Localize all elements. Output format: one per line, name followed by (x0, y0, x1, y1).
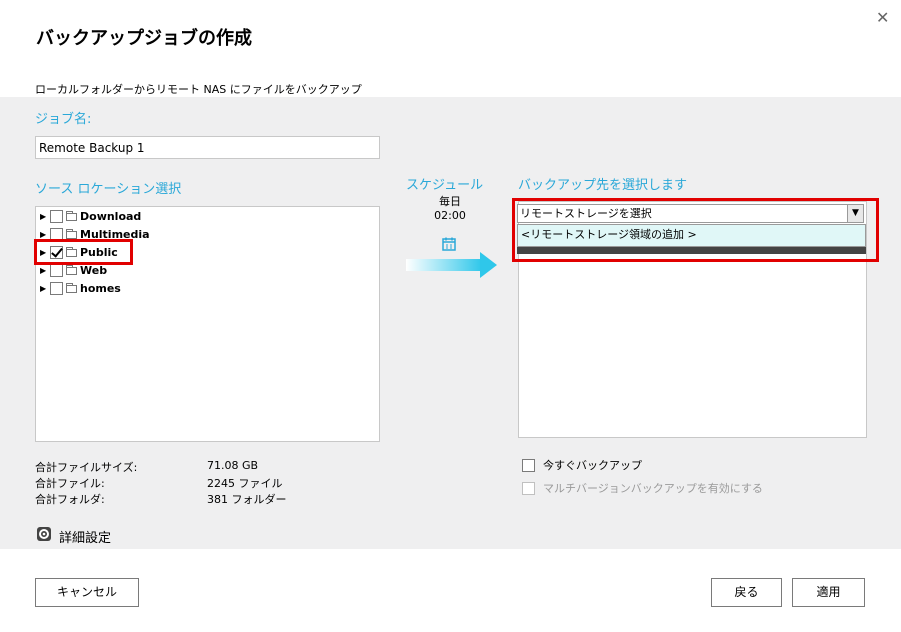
backup-now-label: 今すぐバックアップ (543, 459, 642, 472)
folder-icon (66, 265, 77, 275)
total-folders-label: 合計フォルダ: (35, 493, 105, 506)
tree-item-homes[interactable]: ▶ homes (40, 280, 121, 296)
total-size-label: 合計ファイルサイズ: (35, 461, 138, 474)
expand-arrow-icon[interactable]: ▶ (40, 266, 47, 275)
multi-version-option: マルチバージョンバックアップを有効にする (522, 480, 763, 496)
schedule-label[interactable]: スケジュール (406, 174, 483, 193)
schedule-time: 02:00 (434, 209, 466, 222)
expand-arrow-icon[interactable]: ▶ (40, 230, 47, 239)
direction-arrow-head (480, 252, 497, 278)
apply-button[interactable]: 適用 (792, 578, 865, 607)
backup-now-option[interactable]: 今すぐバックアップ (522, 457, 642, 473)
total-folders-value: 381 フォルダー (207, 493, 287, 506)
multi-version-label: マルチバージョンバックアップを有効にする (543, 482, 763, 495)
total-files-label: 合計ファイル: (35, 477, 105, 490)
advanced-settings-link[interactable]: 詳細設定 (59, 527, 111, 546)
job-name-label: ジョブ名: (35, 112, 92, 127)
dialog-description: ローカルフォルダーからリモート NAS にファイルをバックアップ (35, 83, 362, 96)
folder-icon (66, 283, 77, 293)
folder-checkbox[interactable] (50, 209, 63, 223)
backup-now-checkbox[interactable] (522, 458, 535, 472)
dialog-title: バックアップジョブの作成 (36, 28, 252, 49)
highlight-public (34, 239, 133, 265)
folder-icon (66, 211, 77, 221)
expand-arrow-icon[interactable]: ▶ (40, 212, 47, 221)
folder-checkbox[interactable] (50, 281, 63, 295)
source-location-label: ソース ロケーション選択 (35, 182, 182, 197)
folder-name: homes (80, 281, 121, 295)
job-name-input[interactable] (35, 136, 380, 159)
back-button[interactable]: 戻る (711, 578, 782, 607)
schedule-frequency: 毎日 (439, 195, 461, 208)
destination-label: バックアップ先を選択します (518, 178, 688, 193)
close-icon[interactable]: ✕ (876, 8, 889, 27)
cancel-button[interactable]: キャンセル (35, 578, 139, 607)
tree-item-download[interactable]: ▶ Download (40, 208, 141, 224)
gear-icon[interactable] (36, 526, 52, 542)
expand-arrow-icon[interactable]: ▶ (40, 284, 47, 293)
direction-arrow (406, 259, 482, 271)
folder-icon (66, 229, 77, 239)
folder-name: Download (80, 209, 142, 223)
multi-version-checkbox (522, 481, 535, 495)
folder-checkbox[interactable] (50, 263, 63, 277)
total-size-value: 71.08 GB (207, 459, 259, 472)
highlight-destination (512, 198, 879, 262)
total-files-value: 2245 ファイル (207, 477, 283, 490)
calendar-icon[interactable] (442, 236, 456, 251)
folder-name: Web (80, 263, 108, 277)
